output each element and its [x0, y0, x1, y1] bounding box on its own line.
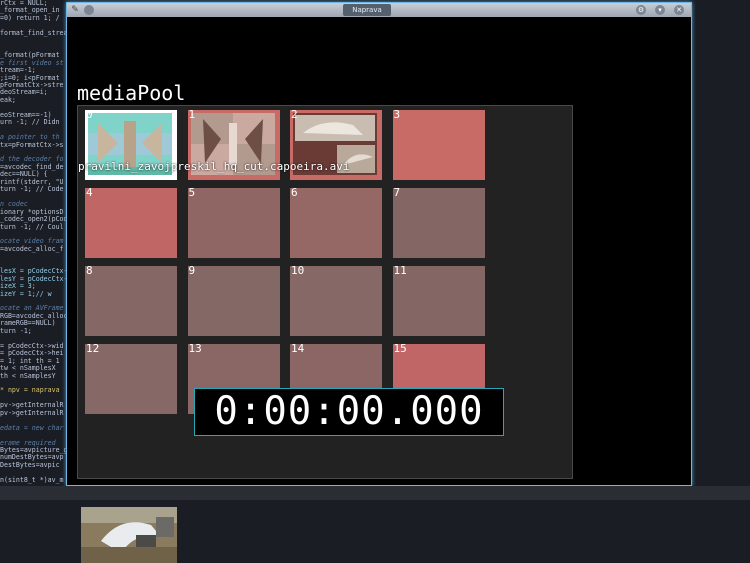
- cell-index: 10: [291, 264, 305, 277]
- cell-index: 0: [86, 108, 93, 121]
- cell-index: 8: [86, 264, 93, 277]
- media-pool-cell[interactable]: 12: [85, 342, 177, 414]
- cell-index: 14: [291, 342, 305, 355]
- cell-index: 1: [188, 108, 196, 121]
- cell-index: 3: [393, 108, 401, 121]
- timecode-display: 0:00:00.000: [194, 388, 504, 436]
- media-pool-cell[interactable]: 11: [392, 264, 485, 336]
- media-pool-cell[interactable]: 7: [392, 186, 485, 258]
- pin-icon[interactable]: ✎: [70, 5, 80, 15]
- close-icon[interactable]: ✕: [674, 5, 684, 15]
- cell-index: 7: [393, 186, 401, 199]
- cell-index: 5: [188, 186, 196, 199]
- cell-index: 2: [291, 108, 298, 121]
- media-pool-cell[interactable]: 8: [85, 264, 177, 336]
- title-bar[interactable]: ✎ Naprava ⚙ ▾ ✕: [67, 3, 691, 17]
- cell-index: 15: [393, 342, 407, 355]
- cell-index: 6: [291, 186, 298, 199]
- cell-index: 11: [393, 264, 407, 277]
- media-pool-cell[interactable]: 5: [187, 186, 280, 258]
- window-client-area: mediaPool 15 14 13 12 11 10 9 8 7 6 5 4 3 2 1 0 praviln…: [67, 17, 691, 563]
- cell-index: 4: [86, 186, 93, 199]
- naprava-window: ✎ Naprava ⚙ ▾ ✕ mediaPool 15 14 13 12 11 10 9 8…: [66, 2, 692, 563]
- media-pool-cell[interactable]: 9: [187, 264, 280, 336]
- preview-image: [81, 507, 177, 563]
- clip-name-label: pravilni_zavojpreskil_hq_cut.capoeira.av…: [78, 160, 350, 173]
- taskbar: [0, 486, 750, 500]
- window-menu-icon[interactable]: [84, 5, 94, 15]
- media-pool-cell[interactable]: 4: [85, 186, 177, 258]
- media-pool-title: mediaPool: [77, 81, 186, 105]
- minimize-icon[interactable]: ▾: [655, 5, 665, 15]
- cell-index: 12: [86, 342, 100, 355]
- cell-index: 9: [188, 264, 196, 277]
- settings-icon[interactable]: ⚙: [636, 5, 646, 15]
- media-pool-cell[interactable]: 10: [290, 264, 382, 336]
- window-title: Naprava: [343, 4, 391, 16]
- video-preview-thumbnail[interactable]: [81, 507, 177, 563]
- cell-index: 13: [188, 342, 202, 355]
- media-pool-cell[interactable]: 6: [290, 186, 382, 258]
